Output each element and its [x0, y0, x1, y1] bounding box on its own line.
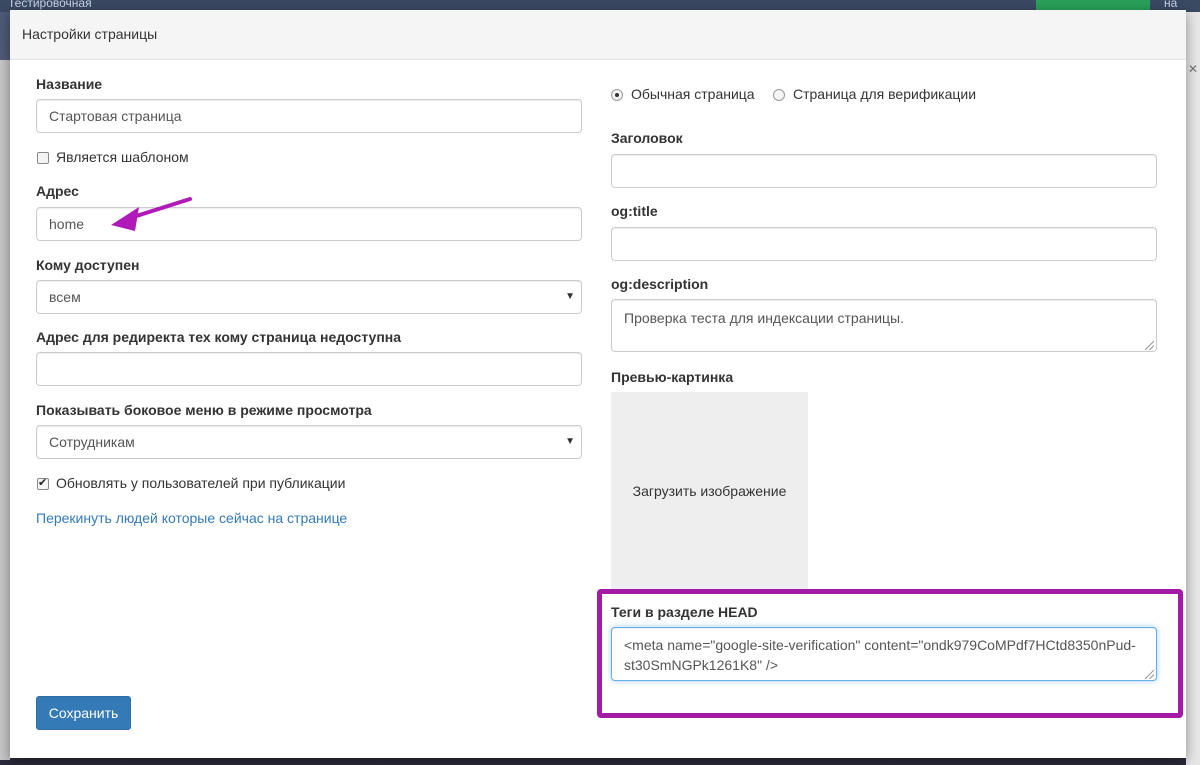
caret-down-icon: ▼	[565, 291, 575, 302]
save-button[interactable]: Сохранить	[36, 696, 131, 730]
resize-grip-icon[interactable]	[1145, 341, 1154, 350]
modal-header: Настройки страницы	[10, 10, 1186, 60]
heading-label: Заголовок	[611, 130, 683, 146]
og-description-label: og:description	[611, 276, 709, 292]
update-checkbox-label: Обновлять у пользователей при публикации	[56, 475, 346, 491]
access-label: Кому доступен	[36, 257, 140, 273]
preview-label: Превью-картинка	[611, 369, 734, 385]
background-right-label: на	[1164, 0, 1178, 10]
redirect-people-link[interactable]: Перекинуть людей которые сейчас на стран…	[36, 510, 347, 526]
background-right-strip: ✕	[1186, 12, 1200, 765]
close-icon: ✕	[1188, 62, 1199, 76]
redirect-input[interactable]	[36, 352, 582, 386]
update-checkbox[interactable]	[37, 476, 49, 490]
caret-down-icon: ▼	[565, 436, 575, 447]
og-description-value: Проверка теста для индексации страницы.	[624, 310, 905, 326]
access-select-value: всем	[49, 289, 81, 305]
name-input[interactable]: Стартовая страница	[36, 99, 582, 133]
access-select[interactable]: всем ▼	[36, 280, 582, 314]
highlight-annotation	[597, 589, 1183, 718]
background-app-title: Тестировочная	[8, 0, 92, 10]
address-label: Адрес	[36, 183, 79, 199]
og-title-label: og:title	[611, 203, 658, 219]
background-left-strip	[0, 60, 10, 760]
sidebar-label: Показывать боковое меню в режиме просмот…	[36, 402, 372, 418]
og-title-input[interactable]	[611, 227, 1157, 261]
og-description-textarea[interactable]: Проверка теста для индексации страницы.	[611, 299, 1157, 352]
template-checkbox-label: Является шаблоном	[56, 149, 189, 165]
redirect-label: Адрес для редиректа тех кому страница не…	[36, 329, 402, 345]
radio-normal-page[interactable]	[611, 89, 623, 101]
page-settings-modal: Настройки страницы Название Стартовая ст…	[10, 10, 1186, 758]
radio-verification-page-label: Страница для верификации	[793, 86, 977, 102]
upload-image-area[interactable]: Загрузить изображение	[611, 392, 808, 590]
template-checkbox[interactable]	[37, 152, 49, 164]
modal-title: Настройки страницы	[22, 26, 158, 42]
name-label: Название	[36, 76, 103, 92]
heading-input[interactable]	[611, 154, 1157, 188]
sidebar-select[interactable]: Сотрудникам ▼	[36, 425, 582, 459]
radio-normal-page-label: Обычная страница	[631, 86, 755, 102]
sidebar-select-value: Сотрудникам	[49, 434, 135, 450]
upload-image-label: Загрузить изображение	[632, 483, 787, 499]
arrow-annotation-icon	[111, 197, 192, 231]
radio-verification-page[interactable]	[773, 89, 785, 101]
